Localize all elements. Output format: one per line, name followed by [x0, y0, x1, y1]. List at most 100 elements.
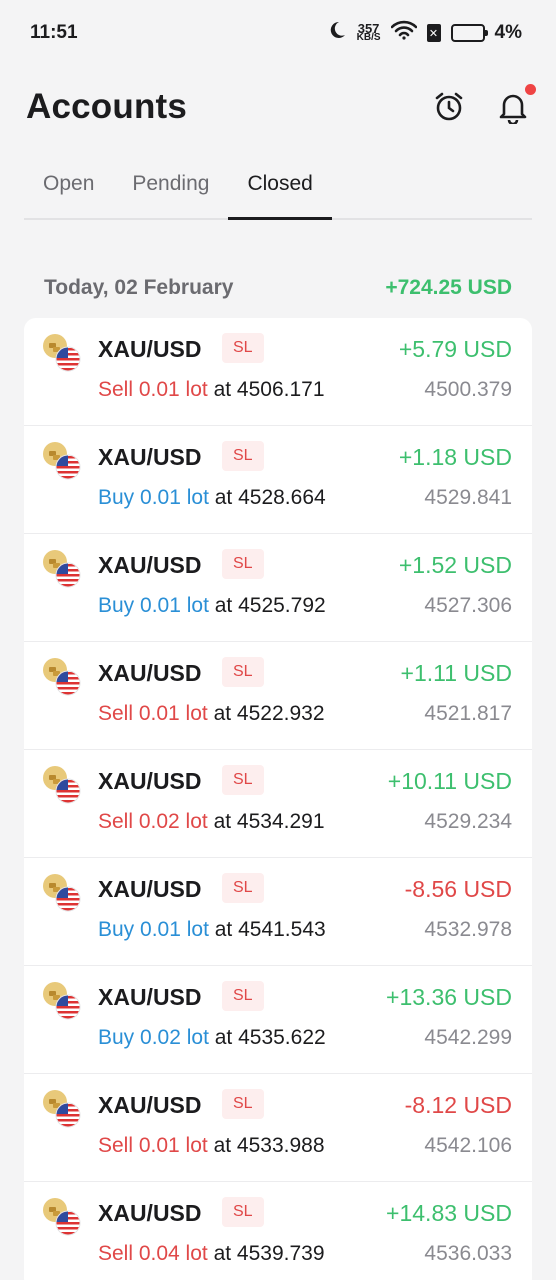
trade-side: Sell 0.04 lot: [98, 1242, 208, 1265]
net-speed: 357 KB/S: [356, 22, 381, 43]
date-group-header: Today, 02 February +724.25 USD: [0, 268, 556, 308]
battery-icon: [450, 24, 488, 42]
trade-profit: +1.52 USD: [398, 552, 512, 578]
trade-symbol: XAU/USD: [98, 660, 202, 686]
battery-percent: 4%: [494, 22, 522, 43]
trade-open-price: at 4528.664: [208, 486, 326, 509]
trade-profit: +1.18 USD: [398, 444, 512, 470]
trade-close-price: 4521.817: [424, 702, 512, 725]
trade-close-price: 4529.234: [424, 810, 512, 833]
trade-side: Sell 0.02 lot: [98, 810, 208, 833]
status-bar: 11:51 357 KB/S ✕ 4%: [0, 0, 556, 66]
trade-row[interactable]: XAU/USD SL -8.12 USD Sell 0.01 lot at 45…: [24, 1074, 532, 1182]
tab-pending[interactable]: Pending: [113, 172, 228, 218]
stop-loss-badge: SL: [222, 981, 264, 1011]
trade-close-price: 4542.299: [424, 1026, 512, 1049]
stop-loss-badge: SL: [222, 657, 264, 687]
gold-usflag-icon: [42, 873, 82, 913]
trade-profit: +14.83 USD: [386, 1200, 512, 1226]
trade-detail: Sell 0.01 lot at 4506.171: [98, 378, 325, 402]
status-icons: 357 KB/S ✕ 4%: [327, 20, 522, 46]
stop-loss-badge: SL: [222, 1089, 264, 1119]
gold-usflag-icon: [42, 1089, 82, 1129]
account-tabs: Open Pending Closed: [24, 148, 532, 220]
trade-side: Buy 0.01 lot: [98, 594, 209, 617]
trade-detail: Buy 0.02 lot at 4535.622: [98, 1026, 326, 1050]
trade-open-price: at 4522.932: [207, 702, 325, 725]
trade-symbol: XAU/USD: [98, 336, 202, 362]
trade-row[interactable]: XAU/USD SL -8.56 USD Buy 0.01 lot at 454…: [24, 858, 532, 966]
trade-open-price: at 4533.988: [207, 1134, 325, 1157]
trade-open-price: at 4535.622: [208, 1026, 326, 1049]
stop-loss-badge: SL: [222, 873, 264, 903]
gold-usflag-icon: [42, 657, 82, 697]
trade-detail: Buy 0.01 lot at 4541.543: [98, 918, 326, 942]
stop-loss-badge: SL: [222, 1197, 264, 1227]
trade-list: XAU/USD SL +5.79 USD Sell 0.01 lot at 45…: [24, 318, 532, 1280]
stop-loss-badge: SL: [222, 441, 264, 471]
trade-symbol: XAU/USD: [98, 984, 202, 1010]
net-speed-unit: KB/S: [356, 32, 381, 43]
bell-icon[interactable]: [496, 84, 536, 124]
gold-usflag-icon: [42, 441, 82, 481]
trade-profit: -8.56 USD: [404, 876, 512, 902]
page-title: Accounts: [26, 87, 188, 126]
trade-open-price: at 4525.792: [208, 594, 326, 617]
trade-side: Sell 0.01 lot: [98, 1134, 208, 1157]
trade-row[interactable]: XAU/USD SL +13.36 USD Buy 0.02 lot at 45…: [24, 966, 532, 1074]
trade-close-price: 4529.841: [424, 486, 512, 509]
trade-open-price: at 4534.291: [207, 810, 325, 833]
trade-row[interactable]: XAU/USD SL +1.52 USD Buy 0.01 lot at 452…: [24, 534, 532, 642]
trade-symbol: XAU/USD: [98, 552, 202, 578]
trade-profit: +1.11 USD: [400, 660, 512, 686]
trade-profit: -8.12 USD: [404, 1092, 512, 1118]
trade-side: Buy 0.02 lot: [98, 1026, 209, 1049]
alarm-clock-icon[interactable]: [432, 90, 466, 124]
trade-profit: +10.11 USD: [387, 768, 512, 794]
gold-usflag-icon: [42, 333, 82, 373]
trade-side: Sell 0.01 lot: [98, 378, 208, 401]
trade-close-price: 4536.033: [424, 1242, 512, 1265]
header-actions: [432, 84, 536, 124]
do-not-disturb-icon: [327, 20, 347, 46]
gold-usflag-icon: [42, 549, 82, 589]
trade-detail: Sell 0.01 lot at 4533.988: [98, 1134, 325, 1158]
trade-detail: Sell 0.02 lot at 4534.291: [98, 810, 325, 834]
trade-row[interactable]: XAU/USD SL +10.11 USD Sell 0.02 lot at 4…: [24, 750, 532, 858]
trade-profit: +5.79 USD: [398, 336, 512, 362]
trade-close-price: 4527.306: [424, 594, 512, 617]
trade-row[interactable]: XAU/USD SL +14.83 USD Sell 0.04 lot at 4…: [24, 1182, 532, 1280]
group-total: +724.25 USD: [385, 276, 512, 299]
trade-symbol: XAU/USD: [98, 1092, 202, 1118]
trade-detail: Sell 0.04 lot at 4539.739: [98, 1242, 325, 1266]
trade-row[interactable]: XAU/USD SL +1.11 USD Sell 0.01 lot at 45…: [24, 642, 532, 750]
gold-usflag-icon: [42, 1197, 82, 1237]
trade-close-price: 4532.978: [424, 918, 512, 941]
stop-loss-badge: SL: [222, 549, 264, 579]
no-sim-icon: ✕: [426, 24, 441, 42]
trade-side: Sell 0.01 lot: [98, 702, 208, 725]
trade-profit: +13.36 USD: [386, 984, 512, 1010]
trade-detail: Sell 0.01 lot at 4522.932: [98, 702, 325, 726]
trade-open-price: at 4539.739: [207, 1242, 325, 1265]
trade-symbol: XAU/USD: [98, 444, 202, 470]
trade-row[interactable]: XAU/USD SL +5.79 USD Sell 0.01 lot at 45…: [24, 318, 532, 426]
tab-open[interactable]: Open: [24, 172, 113, 218]
wifi-icon: [390, 20, 417, 46]
tab-closed[interactable]: Closed: [228, 172, 333, 220]
trade-symbol: XAU/USD: [98, 1200, 202, 1226]
trade-detail: Buy 0.01 lot at 4528.664: [98, 486, 326, 510]
status-time: 11:51: [30, 22, 78, 43]
notification-dot: [525, 84, 536, 95]
trade-close-price: 4500.379: [424, 378, 512, 401]
trade-close-price: 4542.106: [424, 1134, 512, 1157]
trade-open-price: at 4541.543: [208, 918, 326, 941]
trade-symbol: XAU/USD: [98, 768, 202, 794]
gold-usflag-icon: [42, 981, 82, 1021]
stop-loss-badge: SL: [222, 765, 264, 795]
trade-side: Buy 0.01 lot: [98, 918, 209, 941]
trade-symbol: XAU/USD: [98, 876, 202, 902]
trade-detail: Buy 0.01 lot at 4525.792: [98, 594, 326, 618]
trade-side: Buy 0.01 lot: [98, 486, 209, 509]
trade-row[interactable]: XAU/USD SL +1.18 USD Buy 0.01 lot at 452…: [24, 426, 532, 534]
